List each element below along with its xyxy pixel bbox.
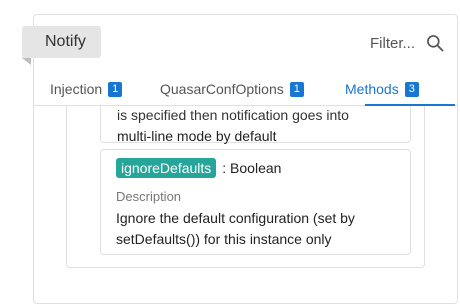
- tab-count-badge: 1: [108, 81, 123, 97]
- tab-label: QuasarConfOptions: [160, 81, 284, 97]
- prop-name-badge: ignoreDefaults: [116, 158, 217, 178]
- ribbon-label: Notify: [45, 33, 86, 50]
- methods-panel[interactable]: is specified then notification goes into…: [66, 106, 425, 268]
- component-ribbon: Notify: [22, 26, 101, 58]
- description-label: Description: [116, 189, 182, 204]
- ribbon-fold: [22, 58, 31, 65]
- api-item: ignoreDefaults : Boolean Description Ign…: [100, 149, 411, 255]
- description-text: is specified then notification goes into: [117, 107, 349, 123]
- tab-label: Injection: [50, 81, 103, 97]
- tab-quasarconfoptions[interactable]: QuasarConfOptions 1: [160, 72, 304, 106]
- description-line: setDefaults()) for this instance only: [116, 231, 332, 247]
- tab-methods[interactable]: Methods 3: [345, 72, 419, 106]
- tab-injection[interactable]: Injection 1: [50, 72, 123, 106]
- filter-placeholder: Filter...: [370, 34, 416, 52]
- tab-count-badge: 1: [289, 81, 304, 97]
- tab-label: Methods: [345, 81, 399, 97]
- api-item-previous: is specified then notification goes into…: [100, 106, 411, 144]
- description-line: Ignore the default configuration (set by: [116, 210, 355, 226]
- tab-bar: Injection 1 QuasarConfOptions 1 Methods …: [34, 72, 458, 106]
- description-text: multi-line mode by default: [117, 128, 277, 144]
- prop-type: : Boolean: [222, 160, 282, 176]
- tab-count-badge: 3: [404, 81, 419, 97]
- description-text: Ignore the default configuration (set by…: [116, 208, 395, 250]
- filter-field[interactable]: Filter...: [370, 33, 445, 53]
- search-icon[interactable]: [425, 33, 445, 53]
